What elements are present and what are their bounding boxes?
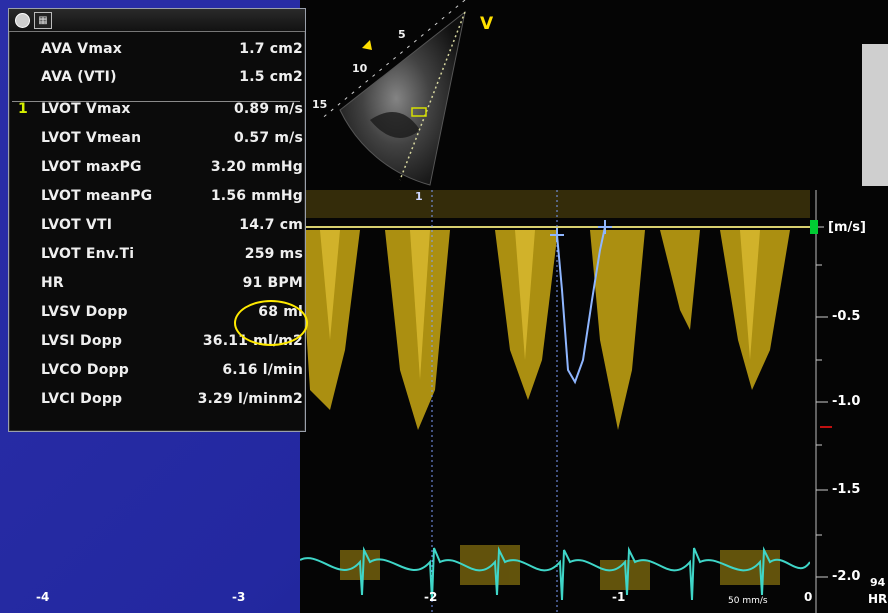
measurement-row[interactable]: AVA Vmax 1.7 cm2: [9, 37, 305, 65]
measurement-index: 1: [18, 101, 28, 117]
time-label-4: -4: [36, 590, 50, 604]
hr-label: HR: [868, 592, 888, 606]
grid-icon[interactable]: ▦: [34, 12, 52, 29]
panel-toolbar: ▦: [9, 9, 305, 32]
measurement-row[interactable]: LVCO Dopp 6.16 l/min: [9, 358, 305, 386]
measurement-name: LVOT VTI: [41, 217, 113, 233]
scale-label-0-5: -0.5: [832, 309, 861, 324]
highlight-circle: [234, 300, 308, 346]
depth-label-15: 15: [312, 98, 328, 111]
measurement-value: 1.5 cm2: [239, 69, 303, 85]
time-label-3: -3: [232, 590, 246, 604]
measurement-value: 3.29 l/minm2: [197, 391, 303, 407]
scale-label-1-5: -1.5: [832, 482, 861, 497]
measurement-name: LVCO Dopp: [41, 362, 129, 378]
measurement-name: AVA Vmax: [41, 41, 122, 57]
sector-marker: V: [480, 14, 494, 34]
scale-label-1-0: -1.0: [832, 394, 861, 409]
measurement-name: LVOT meanPG: [41, 188, 153, 204]
measurement-name: AVA (VTI): [41, 69, 117, 85]
measurement-value: 1.56 mmHg: [210, 188, 303, 204]
measurement-row[interactable]: LVOT meanPG 1.56 mmHg: [9, 184, 305, 212]
time-label-2: -2: [424, 590, 438, 604]
measurement-panel: ▦ AVA Vmax 1.7 cm2 AVA (VTI) 1.5 cm2 1 LVOT V…: [8, 8, 306, 432]
record-icon[interactable]: [15, 13, 30, 28]
measurement-name: LVOT Vmean: [41, 130, 142, 146]
velocity-unit: [m/s]: [828, 220, 866, 235]
measurement-value: 91 BPM: [242, 275, 303, 291]
measurement-row[interactable]: AVA (VTI) 1.5 cm2: [9, 65, 305, 93]
echo-sector-image: [319, 0, 888, 186]
scale-label-2-0: -2.0: [832, 569, 861, 584]
measurement-value: 1.7 cm2: [239, 41, 303, 57]
measurement-name: LVSV Dopp: [41, 304, 128, 320]
measurement-name: LVOT maxPG: [41, 159, 142, 175]
measurement-value: 259 ms: [244, 246, 303, 262]
measurement-row[interactable]: HR 91 BPM: [9, 271, 305, 299]
measurement-row[interactable]: LVOT Vmean 0.57 m/s: [9, 126, 305, 154]
sweep-speed: 50 mm/s: [728, 596, 768, 606]
time-label-0: 0: [804, 590, 813, 604]
measurement-name: LVCI Dopp: [41, 391, 123, 407]
measurement-name: HR: [41, 275, 64, 291]
time-label-1: -1: [612, 590, 626, 604]
velocity-scale-ticks: [810, 190, 832, 613]
measurement-row[interactable]: LVOT Env.Ti 259 ms: [9, 242, 305, 270]
measurement-name: LVOT Env.Ti: [41, 246, 135, 262]
hr-value-partial: 94: [870, 576, 886, 589]
measurement-value: 3.20 mmHg: [210, 159, 303, 175]
measurement-value: 6.16 l/min: [222, 362, 303, 378]
measurement-row[interactable]: LVOT VTI 14.7 cm: [9, 213, 305, 241]
depth-label-10: 10: [352, 62, 368, 75]
measurement-row[interactable]: 1 LVOT Vmax 0.89 m/s: [9, 97, 305, 125]
doppler-spectrum: [300, 190, 810, 613]
ultrasound-display: V 5 10 15 1 [m/s] -0.5 -1.0 -1.5 -2.0 94…: [300, 0, 888, 613]
cursor-index: 1: [415, 190, 423, 203]
measurement-value: 0.89 m/s: [233, 101, 303, 117]
measurement-row[interactable]: LVCI Dopp 3.29 l/minm2: [9, 387, 305, 415]
measurement-value: 0.57 m/s: [233, 130, 303, 146]
grayscale-bar: [862, 44, 888, 186]
measurement-name: LVOT Vmax: [41, 101, 131, 117]
measurement-row[interactable]: LVOT maxPG 3.20 mmHg: [9, 155, 305, 183]
measurement-value: 14.7 cm: [239, 217, 303, 233]
measurement-name: LVSI Dopp: [41, 333, 123, 349]
depth-label-5: 5: [398, 28, 406, 41]
